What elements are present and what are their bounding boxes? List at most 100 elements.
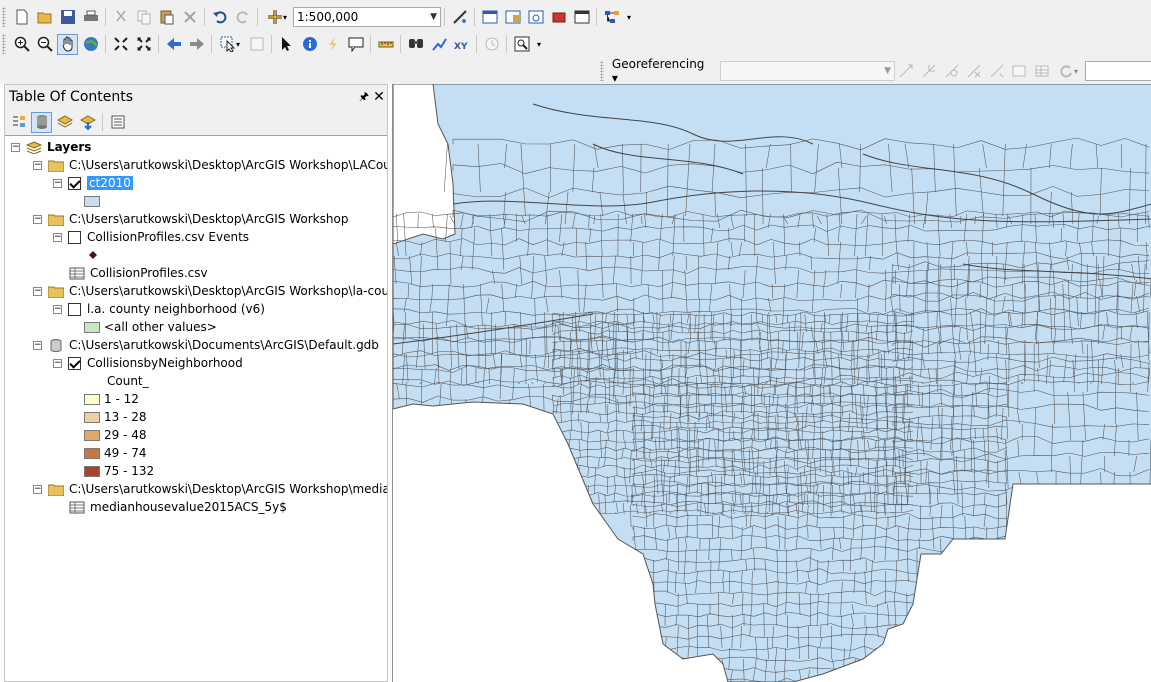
georeferencing-menu[interactable]: Georeferencing ▾: [608, 57, 716, 85]
separator: [204, 8, 205, 26]
hyperlink-icon[interactable]: [322, 34, 343, 55]
svg-text:XY: XY: [454, 42, 468, 52]
list-by-visibility-icon[interactable]: [54, 112, 75, 133]
geodatabase-source[interactable]: − C:\Users\arutkowski\Documents\ArcGIS\D…: [33, 336, 379, 354]
back-icon[interactable]: [163, 34, 184, 55]
map-scale-combo[interactable]: 1:500,000 ▼: [293, 7, 441, 27]
layers-data-frame[interactable]: − Layers: [11, 138, 91, 156]
layer-collisionsbyneighborhood[interactable]: − CollisionsbyNeighborhood: [53, 354, 243, 372]
clear-selection-icon[interactable]: [246, 34, 267, 55]
add-control-points-icon[interactable]: [896, 61, 917, 82]
add-data-icon[interactable]: ▾: [262, 7, 292, 28]
copy-icon[interactable]: [133, 7, 154, 28]
find-icon[interactable]: [405, 34, 426, 55]
collapse-icon[interactable]: −: [33, 214, 42, 224]
collapse-icon[interactable]: −: [53, 304, 62, 314]
table-medianhousevalue[interactable]: medianhousevalue2015ACS_5y$: [69, 498, 287, 516]
table-name[interactable]: medianhousevalue2015ACS_5y$: [90, 500, 287, 514]
map-view[interactable]: [392, 84, 1151, 682]
view-link-table-icon[interactable]: [1032, 61, 1053, 82]
layer-name[interactable]: ct2010: [87, 176, 133, 190]
model-builder-icon[interactable]: [601, 7, 622, 28]
collapse-icon[interactable]: −: [11, 142, 20, 152]
folder-source-lacounty[interactable]: − C:\Users\arutkowski\Desktop\ArcGIS Wor…: [33, 156, 387, 174]
collapse-icon[interactable]: −: [33, 340, 42, 350]
create-viewer-window-icon[interactable]: [511, 34, 532, 55]
zoom-to-selected-link-icon[interactable]: [941, 61, 962, 82]
collapse-icon[interactable]: −: [53, 358, 62, 368]
close-icon[interactable]: ✕: [371, 89, 387, 105]
search-window-icon[interactable]: [525, 7, 546, 28]
print-icon[interactable]: [80, 7, 101, 28]
rotation-angle-input[interactable]: [1084, 61, 1151, 81]
table-name[interactable]: CollisionProfiles.csv: [90, 266, 208, 280]
layer-visibility-checkbox[interactable]: [68, 230, 81, 244]
go-to-xy-icon[interactable]: XY: [451, 34, 472, 55]
zoom-in-icon[interactable]: [11, 34, 32, 55]
toolbar-options-icon[interactable]: ▾: [534, 34, 544, 55]
list-by-selection-icon[interactable]: [77, 112, 98, 133]
layer-visibility-checkbox[interactable]: [68, 176, 81, 190]
pin-icon[interactable]: 🖈: [357, 88, 371, 107]
layer-ct2010[interactable]: − ct2010: [53, 174, 133, 192]
legend-field-label: Count_: [107, 374, 149, 388]
fixed-zoom-in-icon[interactable]: [110, 34, 131, 55]
open-icon[interactable]: [34, 7, 55, 28]
paste-icon[interactable]: [156, 7, 177, 28]
layer-name[interactable]: CollisionProfiles.csv Events: [87, 230, 249, 244]
delete-icon[interactable]: [179, 7, 200, 28]
toolbar-grip[interactable]: [2, 7, 6, 27]
auto-registration-icon[interactable]: [986, 61, 1007, 82]
layer-visibility-checkbox[interactable]: [68, 356, 81, 370]
select-elements-icon[interactable]: [276, 34, 297, 55]
new-icon[interactable]: [11, 7, 32, 28]
options-icon[interactable]: [107, 112, 128, 133]
census-tract-map[interactable]: [393, 84, 1151, 682]
measure-icon[interactable]: [375, 34, 396, 55]
redo-icon[interactable]: [232, 7, 253, 28]
time-slider-icon[interactable]: [481, 34, 502, 55]
rotate-icon[interactable]: ▾: [1054, 61, 1081, 82]
collapse-icon[interactable]: −: [53, 178, 62, 188]
layer-collisionprofiles-events[interactable]: − CollisionProfiles.csv Events: [53, 228, 249, 246]
collapse-icon[interactable]: −: [33, 160, 42, 170]
collapse-icon[interactable]: −: [33, 286, 42, 296]
find-route-icon[interactable]: [428, 34, 449, 55]
catalog-window-icon[interactable]: [502, 7, 523, 28]
georeferencing-layer-combo[interactable]: ▼: [720, 61, 896, 81]
layer-visibility-checkbox[interactable]: [68, 302, 81, 316]
layer-name[interactable]: l.a. county neighborhood (v6): [87, 302, 265, 316]
zoom-out-icon[interactable]: [34, 34, 55, 55]
table-collisionprofiles-csv[interactable]: CollisionProfiles.csv: [69, 264, 208, 282]
folder-source-la-county[interactable]: − C:\Users\arutkowski\Desktop\ArcGIS Wor…: [33, 282, 387, 300]
save-icon[interactable]: [57, 7, 78, 28]
select-features-icon[interactable]: ▾: [216, 34, 244, 55]
folder-source-medianhouse[interactable]: − C:\Users\arutkowski\Desktop\ArcGIS Wor…: [33, 480, 387, 498]
select-link-icon[interactable]: [919, 61, 940, 82]
forward-icon[interactable]: [186, 34, 207, 55]
table-of-contents-window-icon[interactable]: [479, 7, 500, 28]
list-by-source-icon[interactable]: [31, 111, 52, 133]
full-extent-icon[interactable]: [80, 34, 101, 55]
undo-icon[interactable]: [209, 7, 230, 28]
folder-source-workshop[interactable]: − C:\Users\arutkowski\Desktop\ArcGIS Wor…: [33, 210, 348, 228]
cut-icon[interactable]: [110, 7, 131, 28]
folder-path: C:\Users\arutkowski\Desktop\ArcGIS Works…: [69, 158, 387, 172]
toolbar-grip[interactable]: [600, 61, 604, 81]
fixed-zoom-out-icon[interactable]: [133, 34, 154, 55]
arctoolbox-icon[interactable]: [548, 7, 569, 28]
pan-icon[interactable]: [57, 33, 78, 55]
layer-name[interactable]: CollisionsbyNeighborhood: [87, 356, 243, 370]
toolbar-grip[interactable]: [2, 34, 6, 54]
viewer-icon[interactable]: [1009, 61, 1030, 82]
html-popup-icon[interactable]: [345, 34, 366, 55]
delete-link-icon[interactable]: [964, 61, 985, 82]
editor-icon[interactable]: [449, 7, 470, 28]
python-window-icon[interactable]: [571, 7, 592, 28]
collapse-icon[interactable]: −: [53, 232, 62, 242]
list-by-drawing-order-icon[interactable]: [8, 112, 29, 133]
collapse-icon[interactable]: −: [33, 484, 42, 494]
layer-neighborhood[interactable]: − l.a. county neighborhood (v6): [53, 300, 265, 318]
toolbar-options-icon[interactable]: ▾: [624, 7, 634, 28]
identify-icon[interactable]: [299, 34, 320, 55]
